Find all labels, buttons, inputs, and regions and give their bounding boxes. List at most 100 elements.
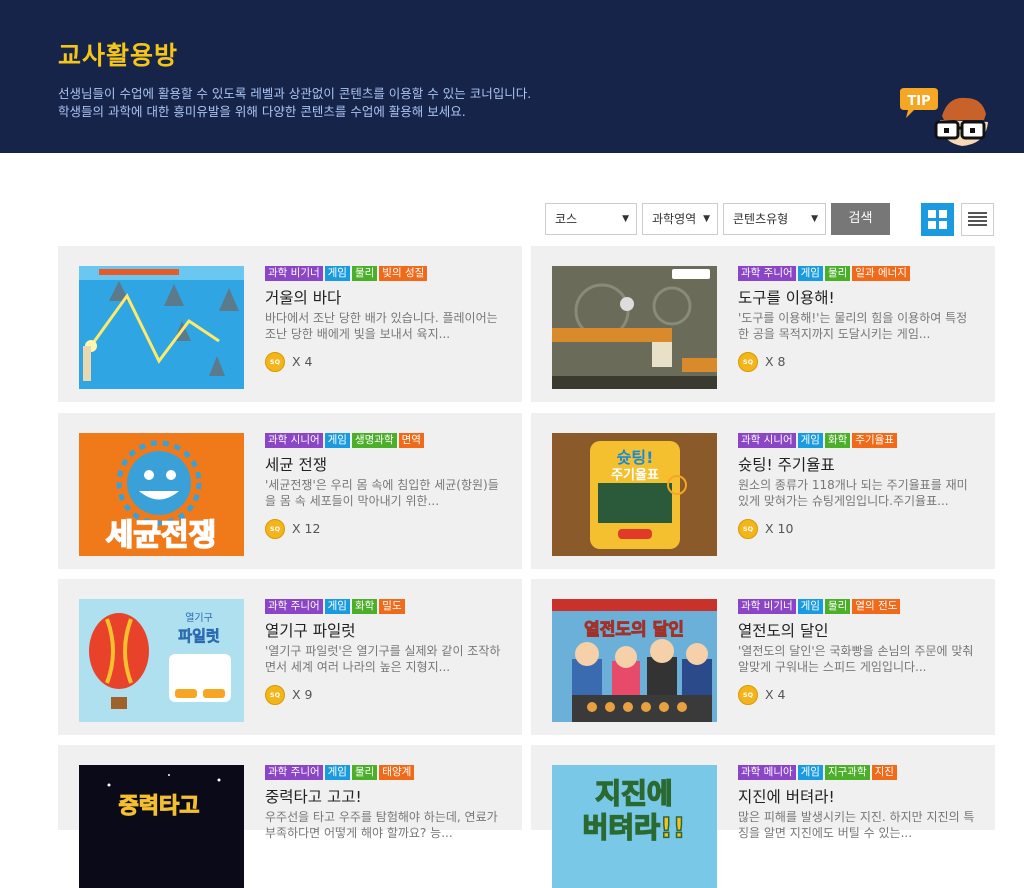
tag-topic[interactable]: 일과 에너지 (852, 266, 910, 281)
tip-mascot-icon: TIP (900, 88, 988, 146)
tag-area[interactable]: 물리 (351, 765, 378, 780)
card-description: '도구를 이용해!'는 물리의 힘을 이용하여 특정한 공을 목적지까지 도달시… (738, 311, 968, 341)
tag-type[interactable]: 게임 (324, 266, 350, 281)
tag-level[interactable]: 과학 메니아 (738, 765, 796, 780)
thumbnail-title: 열전도의 달인 (584, 619, 684, 640)
card-description: '열기구 파일럿'은 열기구를 실제와 같이 조작하면서 세계 여러 나라의 높… (265, 644, 501, 674)
coin-icon: SQ (738, 685, 758, 705)
tag-level[interactable]: 과학 주니어 (265, 599, 323, 614)
tag-topic[interactable]: 밀도 (379, 599, 405, 614)
card-description: 많은 피해를 발생시키는 지진. 하지만 지진의 특징을 알면 지진에도 버틸 … (738, 810, 975, 840)
coin-icon: SQ (738, 519, 758, 539)
description-line-2: 학생들의 과학에 대한 흥미유발을 위해 다양한 콘텐츠를 수업에 활용해 보세… (58, 104, 466, 119)
content-card[interactable]: 열전도의 달인 과학 비기너 게임 물리 열의 전도 열전도의 달인 '열전도의… (531, 579, 995, 735)
tag-topic[interactable]: 주기율표 (852, 433, 897, 448)
thumbnail-title-2: 버텨라!! (583, 811, 686, 844)
chevron-down-icon: ▼ (811, 214, 818, 224)
course-select[interactable]: 코스 ▼ (545, 203, 637, 235)
area-select[interactable]: 과학영역 ▼ (642, 203, 718, 235)
tag-topic[interactable]: 태양계 (379, 765, 415, 780)
card-title[interactable]: 지진에 버텨라! (738, 785, 835, 807)
tag-area[interactable]: 화학 (824, 433, 851, 448)
tag-topic[interactable]: 빛의 성질 (379, 266, 428, 281)
description-line-1: 선생님들이 수업에 활용할 수 있도록 레벨과 상관없이 콘텐츠를 이용할 수 … (58, 86, 532, 101)
tag-level[interactable]: 과학 시니어 (738, 433, 796, 448)
search-button[interactable]: 검색 (831, 203, 890, 235)
card-title[interactable]: 중력타고 고고! (265, 785, 362, 807)
thumbnail-title-2: 주기율표 (611, 467, 659, 483)
card-tags: 과학 시니어 게임 화학 주기율표 (738, 433, 897, 448)
tag-area[interactable]: 물리 (824, 266, 851, 281)
tag-level[interactable]: 과학 비기너 (738, 599, 796, 614)
card-thumbnail[interactable]: 지진에 버텨라!! (552, 765, 717, 888)
chevron-down-icon: ▼ (703, 204, 710, 234)
content-card[interactable]: 지진에 버텨라!! 과학 메니아 게임 지구과학 지진 지진에 버텨라! 많은 … (531, 745, 995, 888)
card-thumbnail[interactable]: 세균전쟁 (79, 433, 244, 556)
card-tags: 과학 주니어 게임 화학 밀도 (265, 599, 405, 614)
thumbnail-title-1: 슛팅! (617, 448, 654, 467)
coin-count: X 12 (292, 521, 321, 536)
list-view-button[interactable] (961, 203, 994, 236)
content-card[interactable]: 과학 비기너 게임 물리 빛의 성질 거울의 바다 바다에서 조난 당한 배가 … (58, 246, 522, 402)
card-thumbnail[interactable]: 중력타고 (79, 765, 244, 888)
card-thumbnail[interactable]: 슛팅! 주기율표 (552, 433, 717, 556)
tag-area[interactable]: 물리 (824, 599, 851, 614)
card-title[interactable]: 슛팅! 주기율표 (738, 453, 835, 475)
content-card[interactable]: 세균전쟁 과학 시니어 게임 생명과학 면역 세균 전쟁 '세균전쟁'은 우리 … (58, 413, 522, 569)
card-title[interactable]: 도구를 이용해! (738, 286, 835, 308)
card-title[interactable]: 거울의 바다 (265, 286, 341, 308)
tag-topic[interactable]: 면역 (398, 433, 424, 448)
tag-area[interactable]: 물리 (351, 266, 378, 281)
card-thumbnail[interactable]: 열기구 파일럿 (79, 599, 244, 722)
tag-area[interactable]: 생명과학 (351, 433, 397, 448)
tag-type[interactable]: 게임 (797, 599, 823, 614)
coin-count: X 9 (292, 687, 313, 702)
content-card[interactable]: 과학 주니어 게임 물리 일과 에너지 도구를 이용해! '도구를 이용해!'는… (531, 246, 995, 402)
card-title[interactable]: 열기구 파일럿 (265, 619, 356, 641)
thumbnail-title-1: 지진에 (595, 777, 672, 810)
thumbnail-title-2: 파일럿 (178, 627, 220, 645)
tag-type[interactable]: 게임 (324, 765, 350, 780)
list-icon (968, 212, 987, 226)
card-title[interactable]: 세균 전쟁 (265, 453, 327, 475)
page-title: 교사활용방 (58, 41, 179, 70)
tag-type[interactable]: 게임 (797, 433, 823, 448)
coin-icon: SQ (265, 685, 285, 705)
content-type-select-value: 콘텐츠유형 (733, 212, 789, 226)
content-type-select[interactable]: 콘텐츠유형 ▼ (723, 203, 826, 235)
course-select-value: 코스 (555, 212, 578, 226)
tag-type[interactable]: 게임 (797, 266, 823, 281)
tag-level[interactable]: 과학 주니어 (265, 765, 323, 780)
tag-level[interactable]: 과학 비기너 (265, 266, 323, 281)
tag-topic[interactable]: 지진 (871, 765, 897, 780)
grid-view-button[interactable] (921, 203, 954, 236)
tag-topic[interactable]: 열의 전도 (852, 599, 901, 614)
card-thumbnail[interactable] (79, 266, 244, 389)
coin-icon: SQ (265, 519, 285, 539)
card-thumbnail[interactable] (552, 266, 717, 389)
tag-type[interactable]: 게임 (324, 433, 350, 448)
card-description: 우주선을 타고 우주를 탐험해야 하는데, 연료가 부족하다면 어떻게 해야 할… (265, 810, 498, 840)
tag-type[interactable]: 게임 (324, 599, 350, 614)
area-select-value: 과학영역 (652, 212, 697, 226)
tag-area[interactable]: 지구과학 (824, 765, 870, 780)
coin-count: X 4 (292, 354, 313, 369)
coin-icon: SQ (738, 352, 758, 372)
tag-level[interactable]: 과학 주니어 (738, 266, 796, 281)
content-card[interactable]: 열기구 파일럿 과학 주니어 게임 화학 밀도 열기구 파일럿 '열기구 파일럿… (58, 579, 522, 735)
card-thumbnail[interactable]: 열전도의 달인 (552, 599, 717, 722)
card-tags: 과학 주니어 게임 물리 태양계 (265, 765, 415, 780)
chevron-down-icon: ▼ (622, 214, 629, 224)
tag-level[interactable]: 과학 시니어 (265, 433, 323, 448)
card-title[interactable]: 열전도의 달인 (738, 619, 829, 641)
page-header: 교사활용방 선생님들이 수업에 활용할 수 있도록 레벨과 상관없이 콘텐츠를 … (0, 0, 1024, 153)
card-description: '세균전쟁'은 우리 몸 속에 침입한 세균(항원)들을 몸 속 세포들이 막아… (265, 478, 499, 508)
card-tags: 과학 비기너 게임 물리 열의 전도 (738, 599, 901, 614)
page-description: 선생님들이 수업에 활용할 수 있도록 레벨과 상관없이 콘텐츠를 이용할 수 … (58, 85, 531, 121)
content-card[interactable]: 중력타고 과학 주니어 게임 물리 태양계 중력타고 고고! 우주선을 타고 우… (58, 745, 522, 888)
tag-area[interactable]: 화학 (351, 599, 378, 614)
coin-count: X 4 (765, 687, 786, 702)
coin-icon: SQ (265, 352, 285, 372)
content-card[interactable]: 슛팅! 주기율표 과학 시니어 게임 화학 주기율표 슛팅! 주기율표 원소의 … (531, 413, 995, 569)
tag-type[interactable]: 게임 (797, 765, 823, 780)
